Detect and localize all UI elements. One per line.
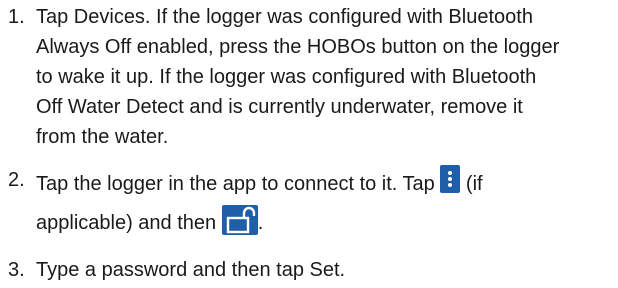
step-text-segment: Tap the logger in the app to connect to … xyxy=(36,173,441,195)
step-line: Tap Devices. If the logger was configure… xyxy=(36,6,533,28)
step-line: applicable) and then . xyxy=(36,205,596,235)
step-text-segment: . xyxy=(257,212,264,234)
step-number: 2. xyxy=(8,169,25,191)
step-text: Tap Devices. If the logger was configure… xyxy=(36,2,596,152)
step-line: Off Water Detect and is currently underw… xyxy=(36,96,523,118)
step-text-segment: applicable) and then xyxy=(36,212,222,234)
unlock-icon xyxy=(221,205,258,235)
step-line: Always Off enabled, press the HOBOs butt… xyxy=(36,36,560,58)
step-number: 1. xyxy=(8,6,25,28)
step-text: Tap the logger in the app to connect to … xyxy=(36,165,596,235)
step-line: to wake it up. If the logger was configu… xyxy=(36,66,537,88)
step-line: Type a password and then tap Set. xyxy=(36,259,346,281)
instruction-list: 1. Tap Devices. If the logger was config… xyxy=(0,0,618,288)
step-text-segment: (if xyxy=(460,173,483,195)
step-line: from the water. xyxy=(36,126,169,148)
step-number: 3. xyxy=(8,259,25,281)
more-vertical-icon xyxy=(440,165,461,193)
step-text: Type a password and then tap Set. xyxy=(36,255,596,285)
step-line: Tap the logger in the app to connect to … xyxy=(36,165,596,195)
